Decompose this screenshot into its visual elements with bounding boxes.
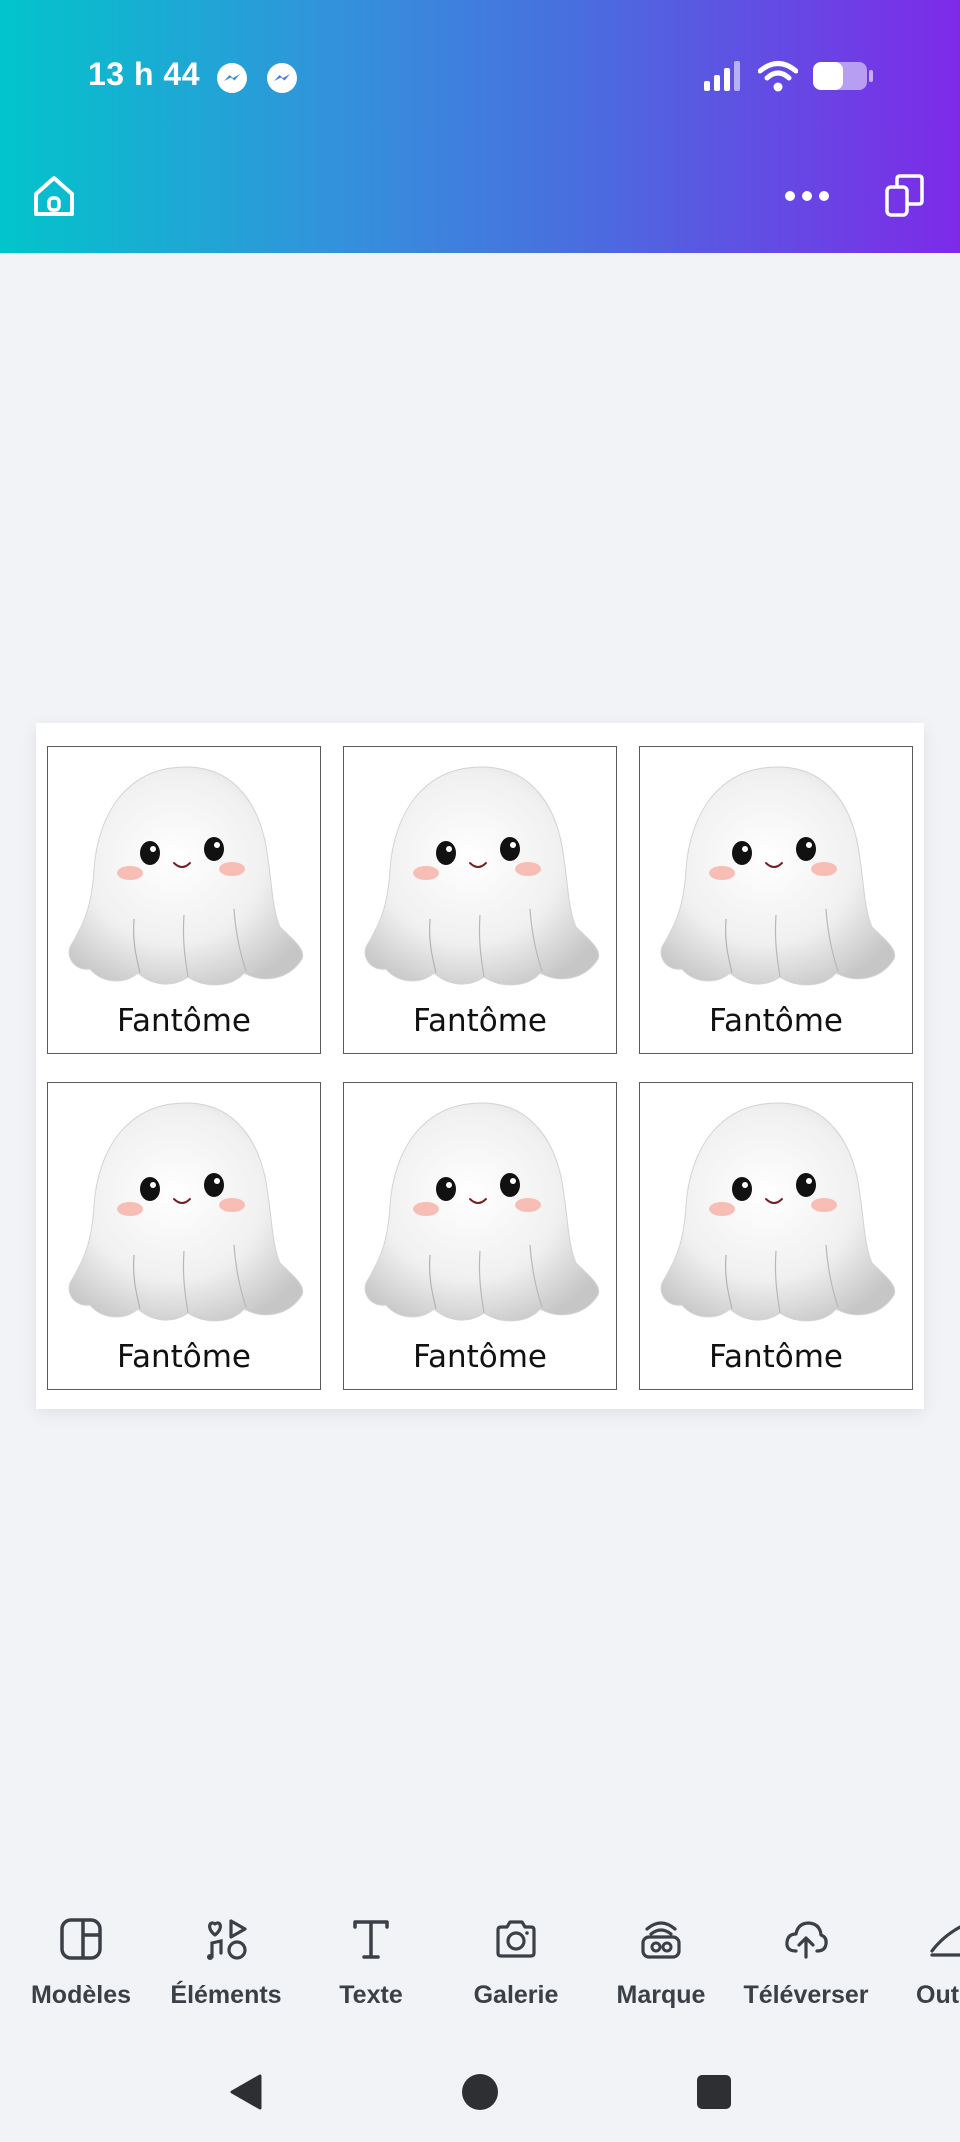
ghost-illustration	[362, 759, 602, 991]
nav-back-button[interactable]	[216, 2062, 276, 2122]
brand-icon	[641, 1921, 681, 1959]
nav-home-button[interactable]	[450, 2062, 510, 2122]
bottom-toolbar: Modèles Éléments Texte Galerie Marque Té…	[0, 1900, 960, 2030]
more-icon	[785, 191, 829, 201]
card-label: Fantôme	[412, 1003, 548, 1039]
tool-gallery[interactable]: Galerie	[441, 1900, 591, 2010]
elements-icon	[207, 1919, 247, 1960]
pages-button[interactable]	[877, 168, 933, 224]
tools-icon	[930, 1925, 960, 1957]
card-label: Fantôme	[708, 1339, 844, 1375]
ghost-card[interactable]: Fantôme	[343, 1082, 617, 1390]
ghost-illustration	[658, 759, 898, 991]
status-time: 13 h 44	[88, 56, 201, 92]
messenger-icon	[217, 63, 247, 93]
signal-icon	[704, 61, 740, 91]
home-icon	[34, 176, 74, 216]
ghost-card[interactable]: Fantôme	[343, 746, 617, 1054]
card-label: Fantôme	[116, 1339, 252, 1375]
upload-icon	[785, 1921, 828, 1959]
status-icons	[704, 56, 874, 96]
messenger-icon	[267, 63, 297, 93]
pages-icon	[885, 174, 924, 217]
tool-label: Téléverser	[743, 1981, 869, 2009]
ghost-illustration	[362, 1095, 602, 1327]
camera-icon	[496, 1920, 536, 1958]
tool-label: Out	[916, 1981, 960, 2009]
tool-brand[interactable]: Marque	[586, 1900, 736, 2010]
wifi-icon	[758, 61, 798, 92]
card-label: Fantôme	[116, 1003, 252, 1039]
text-icon	[353, 1920, 389, 1959]
app-header: 13 h 44	[0, 0, 960, 253]
more-button[interactable]	[779, 168, 835, 224]
home-button[interactable]	[26, 168, 82, 224]
tool-label: Galerie	[473, 1981, 559, 2009]
tool-text[interactable]: Texte	[296, 1900, 446, 2010]
tool-label: Texte	[339, 1981, 403, 2009]
ghost-illustration	[66, 759, 306, 991]
tool-templates[interactable]: Modèles	[6, 1900, 156, 2010]
home-circle-icon	[462, 2074, 498, 2110]
card-label: Fantôme	[708, 1003, 844, 1039]
ghost-card[interactable]: Fantôme	[47, 1082, 321, 1390]
templates-icon	[60, 1918, 102, 1960]
recents-icon	[697, 2075, 731, 2109]
tool-upload[interactable]: Téléverser	[731, 1900, 881, 2010]
ghost-card[interactable]: Fantôme	[639, 746, 913, 1054]
tool-tools[interactable]: Out	[876, 1900, 960, 2010]
tool-elements[interactable]: Éléments	[151, 1900, 301, 2010]
battery-icon	[813, 62, 873, 90]
card-label: Fantôme	[412, 1339, 548, 1375]
nav-recents-button[interactable]	[684, 2062, 744, 2122]
ghost-card[interactable]: Fantôme	[47, 746, 321, 1054]
design-canvas[interactable]: Fantôme Fantôme Fantôme Fantôme Fantôme …	[36, 723, 924, 1409]
ghost-card[interactable]: Fantôme	[639, 1082, 913, 1390]
back-icon	[230, 2074, 262, 2110]
tool-label: Marque	[616, 1981, 706, 2009]
ghost-illustration	[66, 1095, 306, 1327]
tool-label: Modèles	[30, 1981, 132, 2009]
system-nav-bar	[0, 2050, 960, 2130]
tool-label: Éléments	[170, 1981, 282, 2009]
ghost-illustration	[658, 1095, 898, 1327]
